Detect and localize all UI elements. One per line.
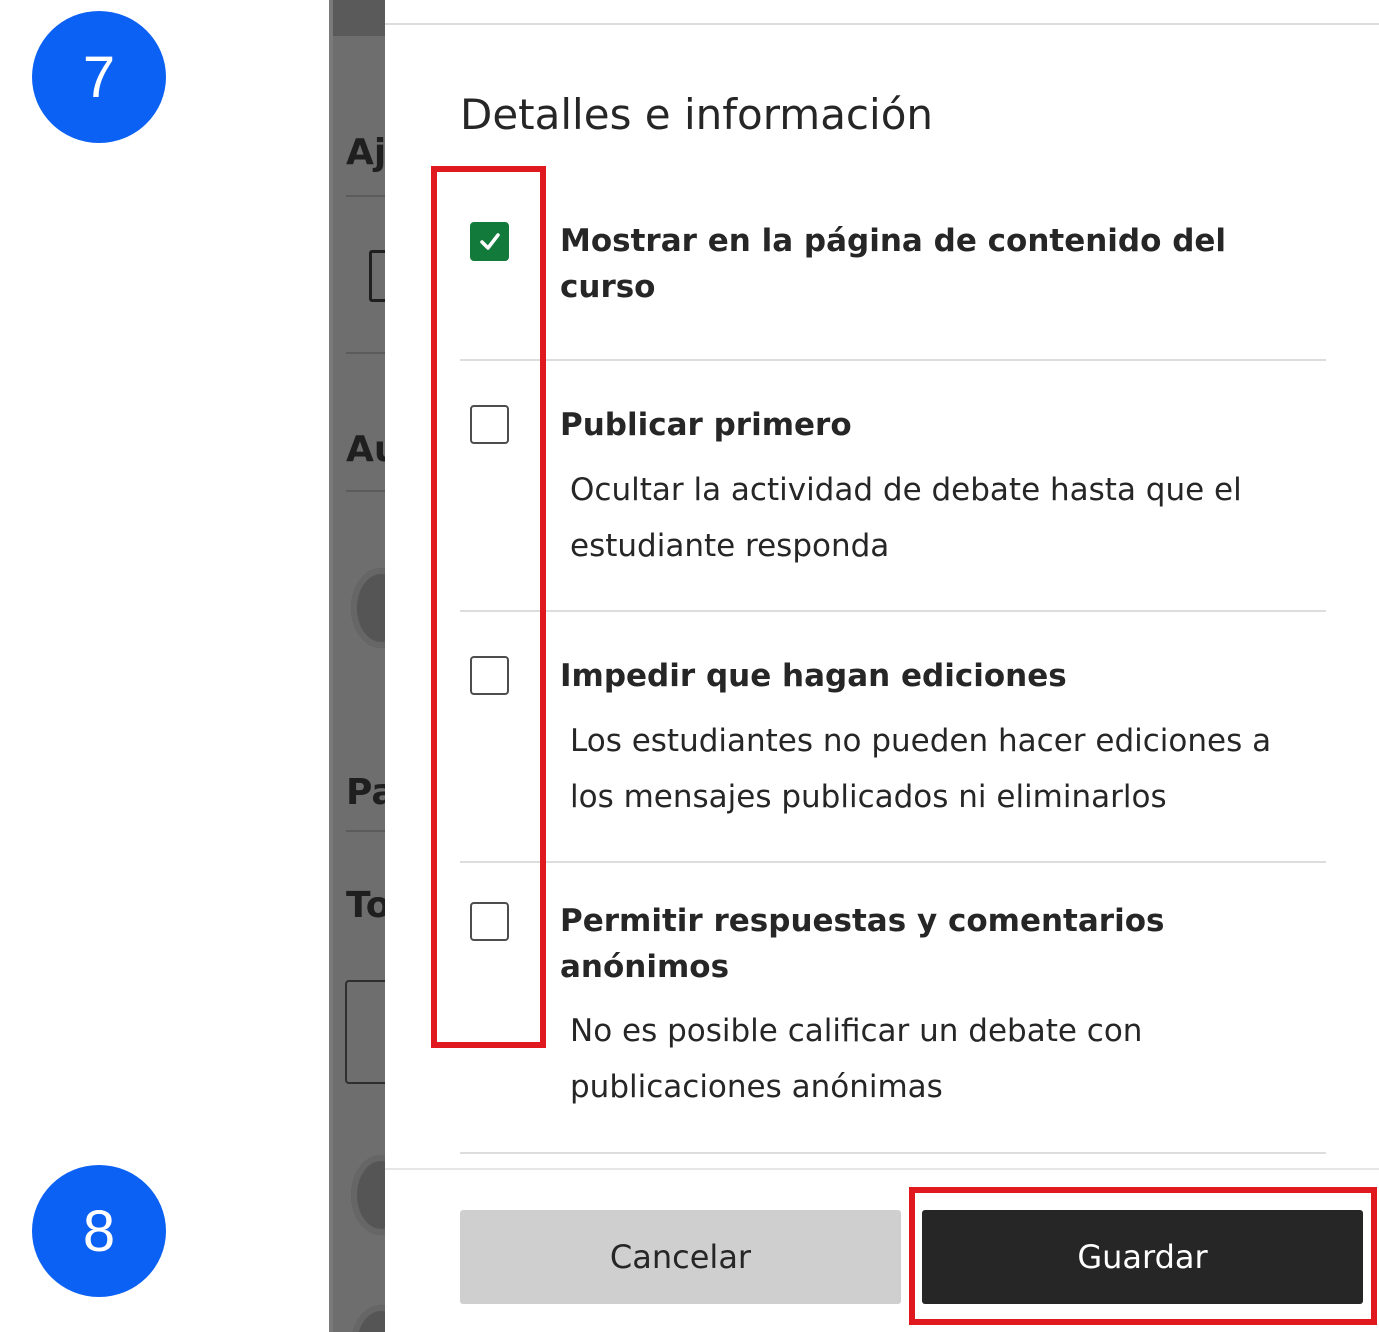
- option-description: Ocultar la actividad de debate hasta que…: [570, 472, 1242, 564]
- background-divider: [346, 195, 385, 197]
- panel-top-divider: [385, 23, 1379, 25]
- option-description: Los estudiantes no pueden hacer edicione…: [570, 723, 1272, 815]
- background-heading-3: Pa: [346, 772, 385, 813]
- option-divider: [460, 861, 1326, 863]
- background-divider: [346, 352, 385, 354]
- option-divider: [460, 610, 1326, 612]
- option-description: No es posible calificar un debate con pu…: [570, 1013, 1143, 1105]
- panel-title: Detalles e información: [460, 90, 934, 139]
- step-badge-7: 7: [32, 11, 166, 143]
- background-avatar: [351, 1155, 385, 1235]
- checkbox-post-first[interactable]: [470, 405, 509, 444]
- checkmark-icon: [479, 232, 500, 250]
- footer-divider: [385, 1168, 1379, 1170]
- option-divider: [460, 1152, 1326, 1154]
- background-heading-1: Aj: [346, 132, 385, 173]
- cancel-button[interactable]: Cancelar: [460, 1210, 901, 1304]
- details-settings-panel: Detalles e información Mostrar en la pág…: [385, 0, 1379, 1332]
- background-heading-4: To: [346, 885, 385, 926]
- document-icon: [369, 250, 385, 302]
- background-top-bar: [329, 0, 385, 36]
- option-divider: [460, 359, 1326, 361]
- background-divider: [346, 490, 385, 492]
- option-label: Permitir respuestas y comentarios anónim…: [560, 903, 1165, 985]
- background-input: [345, 980, 385, 1084]
- checkbox-allow-anonymous[interactable]: [470, 902, 509, 941]
- step-badge-8: 8: [32, 1165, 166, 1297]
- option-label: Mostrar en la página de contenido del cu…: [560, 223, 1227, 305]
- background-avatar: [351, 1305, 385, 1332]
- option-label: Impedir que hagan ediciones: [560, 658, 1067, 694]
- background-page-overlay: Aj Au Pa To: [329, 0, 385, 1332]
- background-heading-2: Au: [346, 429, 385, 470]
- background-divider: [346, 830, 385, 832]
- save-button[interactable]: Guardar: [922, 1210, 1363, 1304]
- checkbox-prevent-edits[interactable]: [470, 656, 509, 695]
- option-label: Publicar primero: [560, 407, 852, 443]
- background-avatar: [351, 568, 385, 648]
- background-edge: [329, 0, 333, 1332]
- checkbox-show-on-content-page[interactable]: [470, 222, 509, 261]
